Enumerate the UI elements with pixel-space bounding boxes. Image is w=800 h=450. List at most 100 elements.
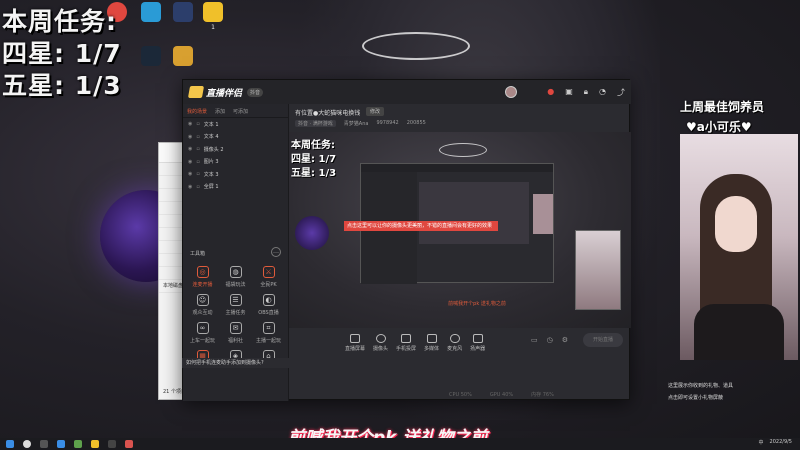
eye-icon[interactable]: ◉ — [188, 121, 192, 127]
gift-display-note: 这里展示你收到的礼物、道具 — [668, 383, 734, 389]
record-icon[interactable]: ● — [547, 87, 554, 98]
preview-scroll-text: 前喊我开个pk 送礼物之前 — [448, 301, 506, 307]
eye-icon[interactable]: ◉ — [188, 184, 192, 190]
source-label: 直播屏幕 — [345, 346, 366, 352]
app-name: 直播伴侣 — [206, 88, 243, 99]
preview-five-star: 五星: 1/3 — [291, 168, 337, 179]
source-mic-button[interactable]: 麦克风 — [447, 334, 462, 352]
scene-label: 文本 4 — [203, 134, 219, 141]
tool-link-mic[interactable]: ◎ 连麦开播 — [186, 266, 219, 288]
beauty-tip-toast[interactable]: 点击这里可以让你的摄像头更美丽，不错的直播间会有更好的效果 — [344, 221, 498, 231]
start-icon[interactable] — [6, 440, 14, 448]
clock-date[interactable]: 2022/9/5 — [770, 439, 792, 446]
edge-icon[interactable] — [57, 440, 65, 448]
nested-webcam — [533, 194, 553, 234]
desktop-icon-folder[interactable]: 1 — [196, 2, 230, 31]
tool-label: 上车一起玩 — [189, 338, 215, 344]
source-screen-button[interactable]: 直播屏幕 — [345, 334, 365, 352]
nested-titlebar — [361, 164, 553, 172]
toolbox-settings-icon[interactable]: … — [271, 247, 281, 257]
eye-icon[interactable]: ◉ — [188, 146, 192, 152]
left-panel: 我的场景 添加 可添加 ◉ ▫ 文本 1 ◉ ▫ 文本 4 ◉ ▫ 摄像头 2 ◉ ▫ 图片 3… — [183, 104, 289, 401]
toolbox-title: 工具箱 — [190, 251, 206, 257]
tool-tasks[interactable]: ☰ 主播任务 — [219, 294, 252, 316]
scene-item[interactable]: ◉ ▫ 摄像头 2 — [183, 143, 288, 156]
tool-audience[interactable]: ☺ 观众互动 — [186, 294, 219, 316]
host-name: 青梦猫Ana — [343, 121, 369, 127]
start-live-button[interactable]: 开始直播 — [583, 333, 623, 347]
source-label: 手机投屏 — [396, 346, 417, 352]
tool-obs[interactable]: ◐ OBS直播 — [252, 294, 285, 316]
room-category[interactable]: 抖音 · 满杯游戏 — [295, 120, 336, 127]
avatar[interactable] — [505, 86, 517, 98]
app-icon-green[interactable] — [74, 440, 82, 448]
file-explorer-icon[interactable] — [91, 440, 99, 448]
app-icon-red[interactable] — [125, 440, 133, 448]
tool-ride[interactable]: ∞ 上车一起玩 — [186, 322, 219, 344]
app-titlebar: 直播伴侣 抖音 ● ▣ 🔒︎ ◔ ⤴ — [183, 80, 631, 104]
screen-icon — [350, 334, 360, 343]
tool-pk[interactable]: ⚔ 全民PK — [252, 266, 285, 288]
desktop-icon-steam[interactable] — [134, 46, 168, 68]
scene-item[interactable]: ◉ ▫ 文本 3 — [183, 168, 288, 181]
source-label: 多媒体 — [424, 346, 440, 352]
background-halo — [362, 32, 470, 60]
eye-icon[interactable]: ◉ — [188, 171, 192, 177]
lock-icon[interactable]: ▫ — [196, 134, 199, 140]
help-notice[interactable]: 如何把手机连麦助手添加到摄像头? — [182, 358, 312, 368]
scene-item[interactable]: ◉ ▫ 文本 1 — [183, 118, 288, 131]
source-label: 扬声器 — [470, 346, 486, 352]
toolbox-grid: ◎ 连麦开播 ◍ 福袋玩法 ⚔ 全民PK ☺ 观众互动 ☰ 主播任务 ◐ OBS直播 ∞ 上车… — [186, 266, 286, 365]
share-icon[interactable]: ⤴ — [617, 87, 625, 98]
speaker-icon — [472, 334, 483, 343]
scene-label: 摄像头 2 — [203, 146, 224, 153]
edit-room-button[interactable]: 修改 — [366, 107, 385, 116]
tab-my-scenes[interactable]: 我的场景 — [183, 104, 211, 117]
desktop-icon-game[interactable] — [166, 2, 200, 24]
timer-icon[interactable]: ◷ — [547, 336, 553, 344]
gift-block-note: 点击即可设置小礼物屏蔽 — [668, 395, 724, 401]
source-media-button[interactable]: 多媒体 — [424, 334, 439, 352]
lock-icon[interactable]: ▫ — [196, 121, 199, 127]
tool-label: 观众互动 — [192, 310, 213, 316]
version-badge[interactable]: 抖音 — [247, 87, 264, 97]
search-icon[interactable] — [23, 440, 31, 448]
play-icon: ⌗ — [262, 322, 275, 334]
audience-icon: ☺ — [196, 294, 209, 306]
lock-icon[interactable]: ▫ — [196, 171, 199, 177]
video-icon[interactable]: ▭ — [531, 336, 538, 344]
lock-icon[interactable]: 🔒︎ — [584, 87, 588, 98]
lock-icon[interactable]: ▫ — [196, 184, 199, 190]
tool-play-together[interactable]: ⌗ 主播一起玩 — [252, 322, 285, 344]
pk-icon: ⚔ — [262, 266, 275, 278]
lock-icon[interactable]: ▫ — [196, 159, 199, 165]
scene-item[interactable]: ◉ ▫ 图片 3 — [183, 156, 288, 169]
store-icon[interactable]: ▣ — [565, 87, 573, 98]
scene-item[interactable]: ◉ ▫ 文本 4 — [183, 131, 288, 144]
desktop-icon-accelerator[interactable] — [134, 2, 168, 24]
gpu-usage: GPU 40% — [489, 391, 514, 398]
eye-icon[interactable]: ◉ — [188, 134, 192, 140]
bell-icon[interactable]: ◔ — [599, 87, 606, 98]
scene-item[interactable]: ◉ ▫ 全屏 1 — [183, 181, 288, 194]
eye-icon[interactable]: ◉ — [188, 159, 192, 165]
desktop-icon-gamebox[interactable] — [166, 46, 200, 68]
source-phone-button[interactable]: 手机投屏 — [396, 334, 416, 352]
settings-icon[interactable]: ⚙ — [562, 336, 568, 344]
tab-available[interactable]: 可添加 — [229, 104, 252, 117]
tool-label: OBS直播 — [258, 310, 279, 316]
best-feeder-title: 上周最佳饲养员 — [680, 100, 765, 114]
task-view-icon[interactable] — [40, 440, 48, 448]
source-label: 麦克风 — [447, 346, 463, 352]
input-method-label[interactable]: 中 — [759, 439, 764, 446]
tab-add[interactable]: 添加 — [211, 104, 229, 117]
lock-icon[interactable]: ▫ — [196, 146, 199, 152]
tool-welfare[interactable]: ✉ 福利社 — [219, 322, 252, 344]
tool-lucky-bag[interactable]: ◍ 福袋玩法 — [219, 266, 252, 288]
tool-label: 福袋玩法 — [225, 282, 246, 288]
source-camera-button[interactable]: 摄像头 — [373, 334, 388, 352]
source-speaker-button[interactable]: 扬声器 — [470, 334, 485, 352]
app-icon-grey[interactable] — [108, 440, 116, 448]
room-id: 9978942 — [376, 120, 399, 126]
phone-icon — [401, 334, 412, 343]
